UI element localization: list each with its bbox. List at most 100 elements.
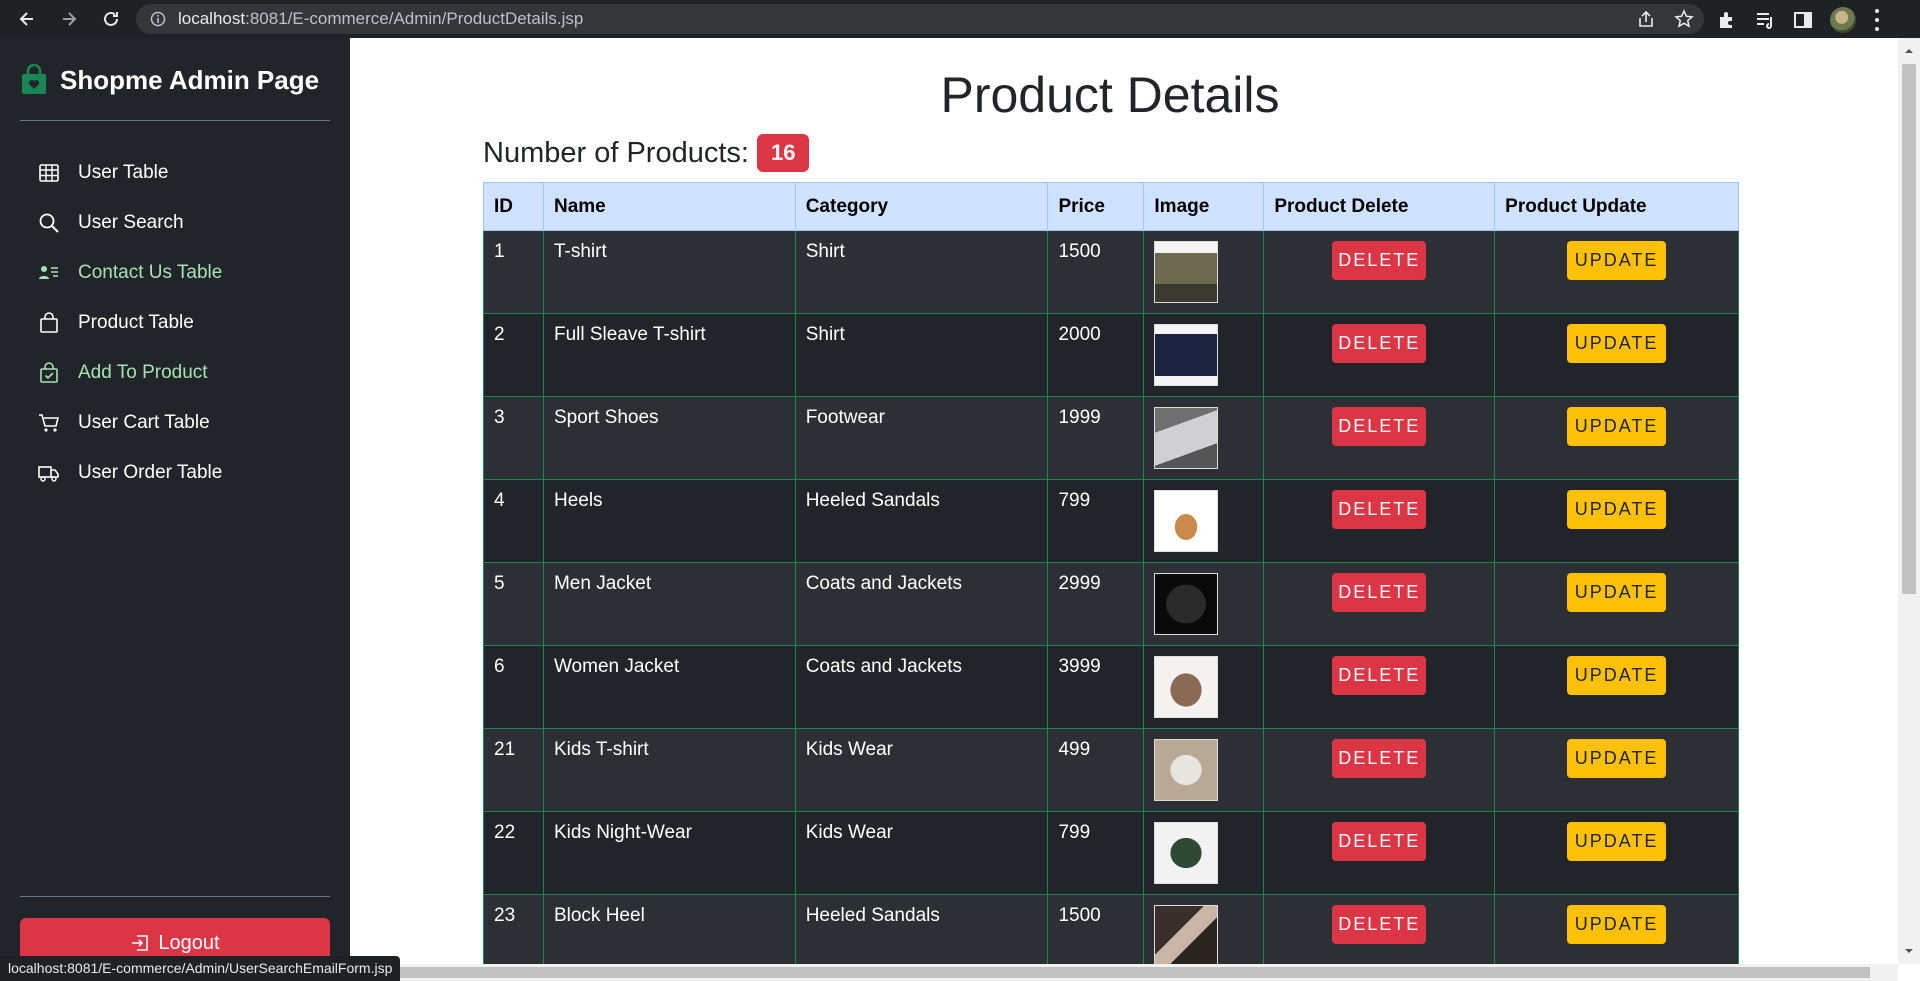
table-icon — [39, 164, 59, 182]
extensions-icon[interactable] — [1716, 9, 1738, 31]
product-count-label: Number of Products: — [483, 136, 749, 169]
cell-name: Full Sleave T-shirt — [542, 313, 796, 397]
cell-update: UPDATE — [1494, 728, 1739, 812]
product-image — [1154, 822, 1219, 884]
sidebar-item-user-table[interactable]: User Table — [38, 148, 222, 198]
update-button[interactable]: UPDATE — [1567, 490, 1667, 529]
cell-image — [1143, 728, 1265, 812]
cell-delete: DELETE — [1263, 479, 1496, 563]
delete-button[interactable]: DELETE — [1332, 241, 1427, 280]
delete-button[interactable]: DELETE — [1332, 490, 1427, 529]
sidebar-divider — [20, 120, 330, 121]
update-button[interactable]: UPDATE — [1567, 656, 1667, 695]
cell-category: Heeled Sandals — [794, 479, 1049, 563]
cell-name: Heels — [542, 479, 796, 563]
cell-update: UPDATE — [1494, 479, 1739, 563]
sidebar-item-product-table[interactable]: Product Table — [38, 298, 222, 348]
cell-delete: DELETE — [1263, 728, 1496, 812]
cell-id: 5 — [483, 562, 544, 646]
cell-category: Shirt — [794, 313, 1049, 397]
product-table: ID Name Category Price Image Product Del… — [483, 182, 1739, 964]
share-icon[interactable] — [1636, 9, 1656, 29]
cell-price: 3999 — [1047, 645, 1145, 729]
media-queue-icon[interactable] — [1754, 9, 1776, 31]
table-row: 22 Kids Night-Wear Kids Wear 799 DELETE … — [483, 811, 1739, 895]
update-button[interactable]: UPDATE — [1567, 905, 1667, 944]
delete-button[interactable]: DELETE — [1332, 905, 1427, 944]
delete-button[interactable]: DELETE — [1332, 573, 1427, 612]
cell-image — [1143, 313, 1265, 397]
forward-button[interactable] — [54, 4, 84, 34]
cell-image — [1143, 230, 1265, 314]
cell-category: Heeled Sandals — [794, 894, 1049, 964]
column-header-id: ID — [483, 182, 544, 231]
cell-name: Women Jacket — [542, 645, 796, 729]
sidebar-item-label: Contact Us Table — [78, 262, 223, 283]
back-button[interactable] — [12, 4, 42, 34]
delete-button[interactable]: DELETE — [1332, 656, 1427, 695]
cell-id: 22 — [483, 811, 544, 895]
cell-name: Kids T-shirt — [542, 728, 796, 812]
delete-button[interactable]: DELETE — [1332, 822, 1427, 861]
sidebar-item-user-order-table[interactable]: User Order Table — [38, 448, 222, 498]
update-button[interactable]: UPDATE — [1567, 739, 1667, 778]
delete-button[interactable]: DELETE — [1332, 739, 1427, 778]
cell-name: Sport Shoes — [542, 396, 796, 480]
cell-update: UPDATE — [1494, 645, 1739, 729]
cell-price: 799 — [1047, 811, 1145, 895]
update-button[interactable]: UPDATE — [1567, 324, 1667, 363]
sidebar-item-user-cart-table[interactable]: User Cart Table — [38, 398, 222, 448]
bag-heart-icon — [22, 64, 46, 94]
cell-image — [1143, 562, 1265, 646]
browser-toolbar: localhost:8081/E-commerce/Admin/ProductD… — [0, 0, 1920, 38]
update-button[interactable]: UPDATE — [1567, 822, 1667, 861]
cell-name: Block Heel — [542, 894, 796, 964]
profile-avatar[interactable] — [1830, 7, 1856, 33]
arrow-left-icon — [19, 12, 33, 26]
side-panel-icon[interactable] — [1792, 9, 1814, 31]
link-status-bubble: localhost:8081/E-commerce/Admin/UserSear… — [0, 956, 401, 981]
cell-price: 799 — [1047, 479, 1145, 563]
browser-menu-icon[interactable] — [1874, 9, 1880, 31]
sidebar-item-contact-us-table[interactable]: Contact Us Table — [38, 248, 222, 298]
update-button[interactable]: UPDATE — [1567, 241, 1667, 280]
cell-image — [1143, 479, 1265, 563]
cell-update: UPDATE — [1494, 230, 1739, 314]
table-row: 4 Heels Heeled Sandals 799 DELETE UPDATE — [483, 479, 1739, 563]
info-icon[interactable] — [150, 11, 166, 27]
horizontal-scroll-thumb[interactable] — [400, 967, 1870, 978]
cell-id: 23 — [483, 894, 544, 964]
scroll-up-icon[interactable] — [1904, 46, 1914, 56]
cell-update: UPDATE — [1494, 313, 1739, 397]
table-row: 21 Kids T-shirt Kids Wear 499 DELETE UPD… — [483, 728, 1739, 812]
update-button[interactable]: UPDATE — [1567, 407, 1667, 446]
main-content: Product Details Number of Products: 16 I… — [350, 38, 1898, 964]
sidebar-item-label: User Search — [78, 212, 184, 233]
admin-sidebar: Shopme Admin Page User Table User Search… — [0, 38, 350, 981]
truck-icon — [38, 466, 59, 482]
cell-image — [1143, 645, 1265, 729]
update-button[interactable]: UPDATE — [1567, 573, 1667, 612]
vertical-scrollbar[interactable] — [1898, 38, 1920, 964]
cell-category: Coats and Jackets — [794, 645, 1049, 729]
address-bar[interactable]: localhost:8081/E-commerce/Admin/ProductD… — [136, 4, 1704, 34]
sidebar-item-add-to-product[interactable]: Add To Product — [38, 348, 222, 398]
table-row: 5 Men Jacket Coats and Jackets 2999 DELE… — [483, 562, 1739, 646]
delete-button[interactable]: DELETE — [1332, 324, 1427, 363]
delete-button[interactable]: DELETE — [1332, 407, 1427, 446]
sidebar-item-user-search[interactable]: User Search — [38, 198, 222, 248]
brand[interactable]: Shopme Admin Page — [20, 64, 319, 96]
cell-price: 1500 — [1047, 230, 1145, 314]
vertical-scroll-thumb[interactable] — [1902, 64, 1916, 594]
product-image — [1154, 241, 1219, 303]
column-header-product-update: Product Update — [1494, 182, 1739, 231]
star-icon[interactable] — [1674, 9, 1694, 29]
reload-button[interactable] — [96, 4, 126, 34]
bag-check-icon — [40, 362, 58, 383]
cell-delete: DELETE — [1263, 645, 1496, 729]
sidebar-item-label: Add To Product — [78, 362, 208, 383]
cell-name: Kids Night-Wear — [542, 811, 796, 895]
product-image — [1154, 573, 1219, 635]
scroll-down-icon[interactable] — [1904, 946, 1914, 956]
product-image — [1154, 407, 1219, 469]
